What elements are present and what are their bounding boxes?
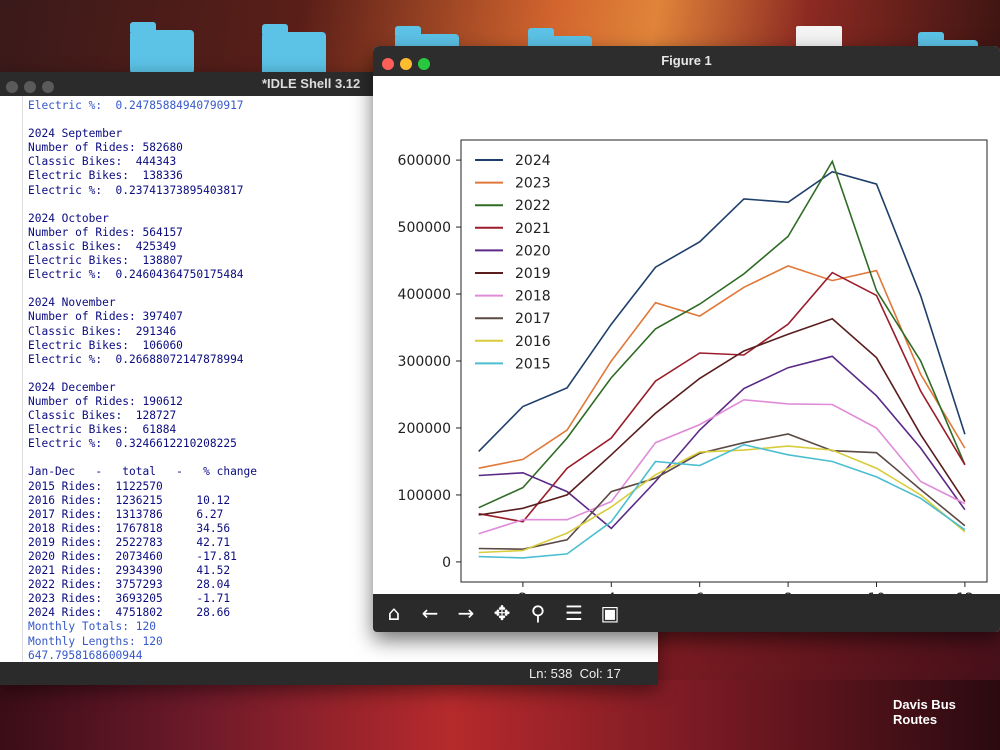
- y-tick-label: 100000: [398, 488, 451, 504]
- shell-line: 2024 October: [28, 211, 109, 225]
- shell-line: Electric %: 0.3246612210208225: [28, 437, 237, 451]
- folder-icon[interactable]: [262, 24, 326, 76]
- home-icon[interactable]: ⌂: [379, 598, 409, 628]
- legend-label: 2021: [515, 221, 551, 237]
- shell-line: 2023 Rides: 3693205 -1.71: [28, 592, 231, 606]
- series-line-2020: [478, 355, 966, 530]
- line-number: Ln: 538: [529, 666, 573, 681]
- back-arrow-icon[interactable]: ←: [415, 598, 445, 628]
- shell-line: 2018 Rides: 1767818 34.56: [28, 521, 231, 535]
- shell-line: Electric Bikes: 61884: [28, 423, 177, 437]
- shell-line: Classic Bikes: 444343: [28, 155, 177, 169]
- legend-label: 2016: [515, 334, 551, 350]
- shell-line: Electric %: 0.24785884940790917: [28, 99, 244, 112]
- desktop-item-label[interactable]: Davis Bus Routes: [893, 697, 1000, 727]
- desktop-background-bottom: [0, 680, 1000, 750]
- legend-label: 2017: [515, 311, 551, 327]
- shell-line: Number of Rides: 582680: [28, 141, 183, 155]
- legend-label: 2020: [515, 243, 551, 259]
- minimize-button[interactable]: [24, 81, 36, 93]
- shell-line: 2024 Rides: 4751802 28.66: [28, 606, 231, 620]
- shell-line: 647.7958168600944: [28, 648, 143, 662]
- shell-line: Monthly Lengths: 120: [28, 634, 163, 648]
- shell-line: Number of Rides: 564157: [28, 225, 183, 239]
- pan-icon[interactable]: ✥: [487, 598, 517, 628]
- shell-line: Number of Rides: 190612: [28, 394, 183, 408]
- shell-line: Number of Rides: 397407: [28, 310, 183, 324]
- legend-label: 2024: [515, 153, 551, 169]
- shell-line: Electric %: 0.23741373895403817: [28, 183, 244, 197]
- shell-line: Electric Bikes: 138807: [28, 254, 183, 268]
- legend-label: 2015: [515, 356, 551, 372]
- y-tick-label: 300000: [398, 354, 451, 370]
- shell-line: 2016 Rides: 1236215 10.12: [28, 493, 231, 507]
- line-chart: 2468101201000002000003000004000005000006…: [398, 139, 988, 607]
- shell-line: 2019 Rides: 2522783 42.71: [28, 535, 231, 549]
- shell-line: Jan-Dec - total - % change: [28, 465, 258, 479]
- y-tick-label: 400000: [398, 287, 451, 303]
- series-line-2015: [478, 443, 966, 559]
- shell-text: Electric %: 0.24785884940790917 2024 Sep…: [28, 99, 257, 662]
- configure-subplots-icon[interactable]: ☰: [559, 598, 589, 628]
- zoom-button[interactable]: [42, 81, 54, 93]
- figure-window: Figure 1 2468101201000002000003000004000…: [373, 46, 1000, 632]
- close-button[interactable]: [6, 81, 18, 93]
- shell-line: 2021 Rides: 2934390 41.52: [28, 564, 231, 578]
- shell-line: Electric Bikes: 106060: [28, 338, 183, 352]
- figure-toolbar: ⌂ ← → ✥ ⚲ ☰ ▣: [373, 594, 1000, 632]
- shell-line: 2017 Rides: 1313786 6.27: [28, 507, 224, 521]
- shell-line: 2020 Rides: 2073460 -17.81: [28, 550, 237, 563]
- shell-line: 2022 Rides: 3757293 28.04: [28, 578, 231, 592]
- shell-sidebar: [0, 96, 23, 662]
- shell-line: Classic Bikes: 128727: [28, 409, 177, 423]
- column-number: Col: 17: [579, 666, 621, 681]
- window-title: *IDLE Shell 3.12: [262, 76, 361, 91]
- y-tick-label: 0: [442, 555, 451, 571]
- shell-line: Electric %: 0.24604364750175484: [28, 268, 244, 282]
- y-tick-label: 200000: [398, 421, 451, 437]
- save-icon[interactable]: ▣: [595, 598, 625, 628]
- legend-label: 2018: [515, 289, 551, 305]
- shell-line: Electric %: 0.26688072147878994: [28, 352, 244, 366]
- shell-line: 2024 September: [28, 127, 123, 141]
- figure-title-bar[interactable]: Figure 1: [373, 46, 1000, 76]
- zoom-icon[interactable]: ⚲: [523, 598, 553, 628]
- status-bar: Ln: 538 Col: 17: [0, 662, 658, 685]
- shell-line: Classic Bikes: 291346: [28, 324, 177, 338]
- shell-line: 2024 December: [28, 380, 116, 394]
- series-line-2018: [478, 398, 966, 535]
- shell-line: Monthly Totals: 120: [28, 620, 156, 634]
- figure-title: Figure 1: [661, 53, 712, 68]
- legend-label: 2022: [515, 198, 551, 214]
- shell-line: 2024 November: [28, 296, 116, 310]
- legend-label: 2023: [515, 176, 551, 192]
- plot-area[interactable]: 2468101201000002000003000004000005000006…: [373, 76, 1000, 607]
- legend-label: 2019: [515, 266, 551, 282]
- y-tick-label: 500000: [398, 220, 451, 236]
- folder-icon[interactable]: [130, 22, 194, 74]
- shell-line: 2015 Rides: 1122570: [28, 479, 163, 493]
- y-tick-label: 600000: [398, 153, 451, 169]
- forward-arrow-icon[interactable]: →: [451, 598, 481, 628]
- shell-line: Classic Bikes: 425349: [28, 239, 177, 253]
- shell-line: Electric Bikes: 138336: [28, 169, 183, 183]
